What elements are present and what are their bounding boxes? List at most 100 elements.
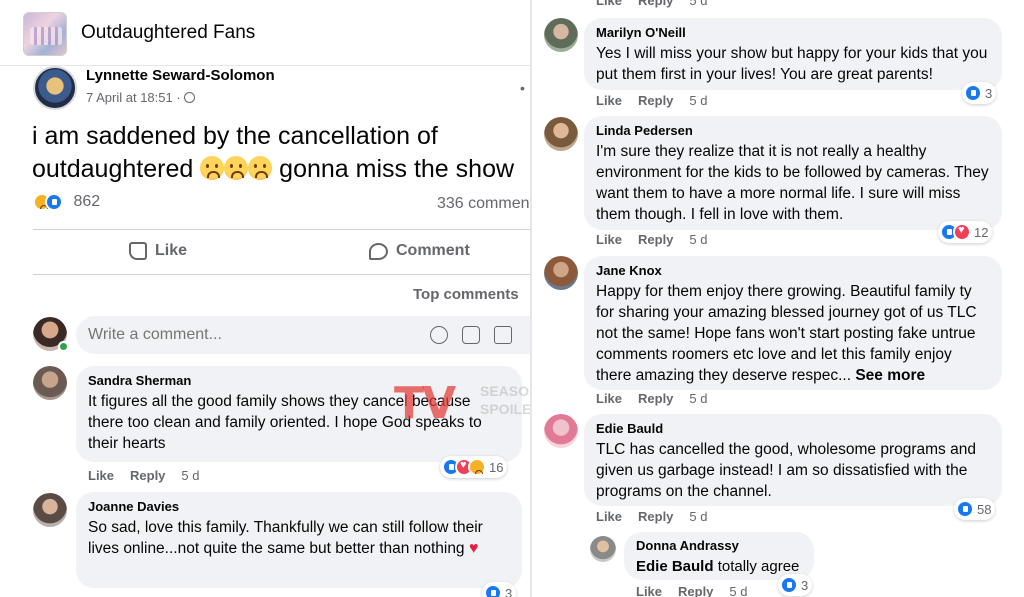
commenter-name[interactable]: Jane Knox [596, 263, 990, 278]
comment-time[interactable]: 5 d [689, 93, 707, 108]
commenter-avatar[interactable] [33, 493, 67, 527]
comment-actions: Like Reply 5 d [596, 93, 724, 108]
like-button[interactable]: Like [129, 242, 187, 260]
comment-like-link[interactable]: Like [596, 93, 622, 108]
comment-like-link[interactable]: Like [596, 0, 622, 8]
comment-time[interactable]: 5 d [689, 391, 707, 406]
post-timestamp-text: 7 April at 18:51 · [86, 90, 181, 105]
post-text-line-1: i am saddened by the cancellation of [32, 122, 438, 150]
post-menu-button[interactable]: • [520, 80, 525, 96]
comment-text: I'm sure they realize that it is not rea… [596, 143, 989, 223]
commenter-avatar[interactable] [544, 414, 578, 448]
commenter-avatar[interactable] [544, 117, 578, 151]
commenter-avatar[interactable] [33, 366, 67, 400]
comment-like-link[interactable]: Like [596, 509, 622, 524]
commenter-avatar[interactable] [544, 256, 578, 290]
comment-actions: Like Reply 5 d [596, 0, 724, 8]
comment-reaction-summary[interactable]: 3 [482, 582, 517, 597]
comment-input-tools [430, 326, 512, 344]
comment-text: TLC has cancelled the good, wholesome pr… [596, 441, 976, 500]
commenter-name[interactable]: Linda Pedersen [596, 123, 990, 138]
group-name[interactable]: Outdaughtered Fans [81, 22, 255, 44]
reply-author-avatar[interactable] [590, 536, 616, 562]
comment-bubble: Linda Pedersen I'm sure they realize tha… [584, 116, 1002, 230]
post-text-line-2: outdaughtered gonna miss the show [32, 153, 530, 186]
post-text: i am saddened by the cancellation of out… [32, 120, 530, 186]
comment-reply-link[interactable]: Reply [130, 468, 165, 483]
like-reaction-icon [780, 576, 798, 594]
comment-reaction-count: 12 [974, 224, 989, 240]
comment-reaction-summary[interactable]: 16 [440, 456, 508, 478]
like-reaction-icon [964, 84, 982, 102]
comment-like-link[interactable]: Like [596, 391, 622, 406]
comment-bubble: Edie Bauld TLC has cancelled the good, w… [584, 414, 1002, 506]
reply-author-name[interactable]: Donna Andrassy [636, 538, 802, 553]
comment-text: So sad, love this family. Thankfully we … [88, 517, 510, 559]
emoji-icon[interactable] [430, 326, 448, 344]
sad-emoji-icon [200, 156, 225, 180]
comment-text-body: So sad, love this family. Thankfully we … [88, 519, 483, 557]
comment-reply-link[interactable]: Reply [638, 391, 673, 406]
camera-icon[interactable] [462, 326, 480, 344]
sad-reaction-icon [468, 458, 486, 476]
post-timestamp[interactable]: 7 April at 18:51 · [86, 90, 195, 105]
post-text-end: gonna miss the show [279, 155, 515, 183]
reply-actions: Like Reply 5 d [636, 584, 764, 597]
post-author-name[interactable]: Lynnette Seward-Solomon [86, 67, 275, 84]
comment-time[interactable]: 5 d [689, 509, 707, 524]
comment-bubble: Jane Knox Happy for them enjoy there gro… [584, 256, 1002, 390]
comment-text: Happy for them enjoy there growing. Beau… [596, 281, 990, 386]
post-author-avatar[interactable] [33, 66, 77, 110]
comment-time[interactable]: 5 d [689, 0, 707, 8]
comment-text: It figures all the good family shows the… [88, 393, 482, 452]
reply-reply-link[interactable]: Reply [678, 584, 713, 597]
comment-reaction-summary[interactable]: 58 [954, 498, 996, 520]
comment-reaction-summary[interactable]: 3 [962, 82, 997, 104]
comment-reply-link[interactable]: Reply [638, 93, 673, 108]
post-comments-count[interactable]: 336 comments [437, 195, 530, 213]
online-status-dot [58, 341, 69, 352]
comment-button-label: Comment [396, 242, 470, 259]
reply-bubble: Donna Andrassy Edie Bauld totally agree [624, 532, 814, 580]
reply-reaction-summary[interactable]: 3 [778, 574, 813, 596]
see-more-link[interactable]: See more [855, 367, 925, 384]
comment-time[interactable]: 5 d [689, 232, 707, 247]
reply-text-body: totally agree [717, 558, 800, 575]
post-action-bar: Like Comment [33, 229, 530, 275]
post-text-word: outdaughtered [32, 155, 194, 183]
comment-like-link[interactable]: Like [88, 468, 114, 483]
commenter-name[interactable]: Joanne Davies [88, 499, 510, 514]
group-avatar[interactable] [23, 12, 67, 56]
gif-icon[interactable] [494, 326, 512, 344]
comment-sort-dropdown[interactable]: Top comments [413, 286, 519, 303]
comment-reply-link[interactable]: Reply [638, 509, 673, 524]
reply-mention[interactable]: Edie Bauld [636, 558, 714, 575]
post-reaction-count[interactable]: 862 [73, 193, 100, 210]
post-reactions-row: 862 336 comments [33, 193, 530, 217]
comment-actions: Like Reply 5 d [596, 509, 724, 524]
comment-reaction-count: 3 [985, 85, 993, 101]
reply-time[interactable]: 5 d [729, 584, 747, 597]
comment-reply-link[interactable]: Reply [638, 232, 673, 247]
reply-like-link[interactable]: Like [636, 584, 662, 597]
like-reaction-icon [45, 193, 63, 211]
heart-icon: ♥ [468, 540, 479, 557]
right-screenshot-panel: Like Reply 5 d Marilyn O'Neill Yes I will … [532, 0, 1024, 597]
comment-like-link[interactable]: Like [596, 232, 622, 247]
commenter-name[interactable]: Marilyn O'Neill [596, 25, 990, 40]
reply-text: Edie Bauld totally agree [636, 556, 802, 577]
like-reaction-icon [956, 500, 974, 518]
comment-reaction-summary[interactable]: 12 [938, 221, 993, 243]
commenter-name[interactable]: Edie Bauld [596, 421, 990, 436]
comment-reply-link[interactable]: Reply [638, 0, 673, 8]
comment-text: Yes I will miss your show but happy for … [596, 45, 988, 83]
comment-time[interactable]: 5 d [181, 468, 199, 483]
comment-bubble: Joanne Davies So sad, love this family. … [76, 492, 522, 588]
comment-bubble-icon [369, 242, 388, 260]
commenter-avatar[interactable] [544, 18, 578, 52]
comment-bubble: Sandra Sherman It figures all the good f… [76, 366, 522, 462]
group-header: Outdaughtered Fans [0, 0, 530, 66]
comment-button[interactable]: Comment [369, 242, 470, 260]
globe-icon [183, 92, 195, 103]
commenter-name[interactable]: Sandra Sherman [88, 373, 510, 388]
